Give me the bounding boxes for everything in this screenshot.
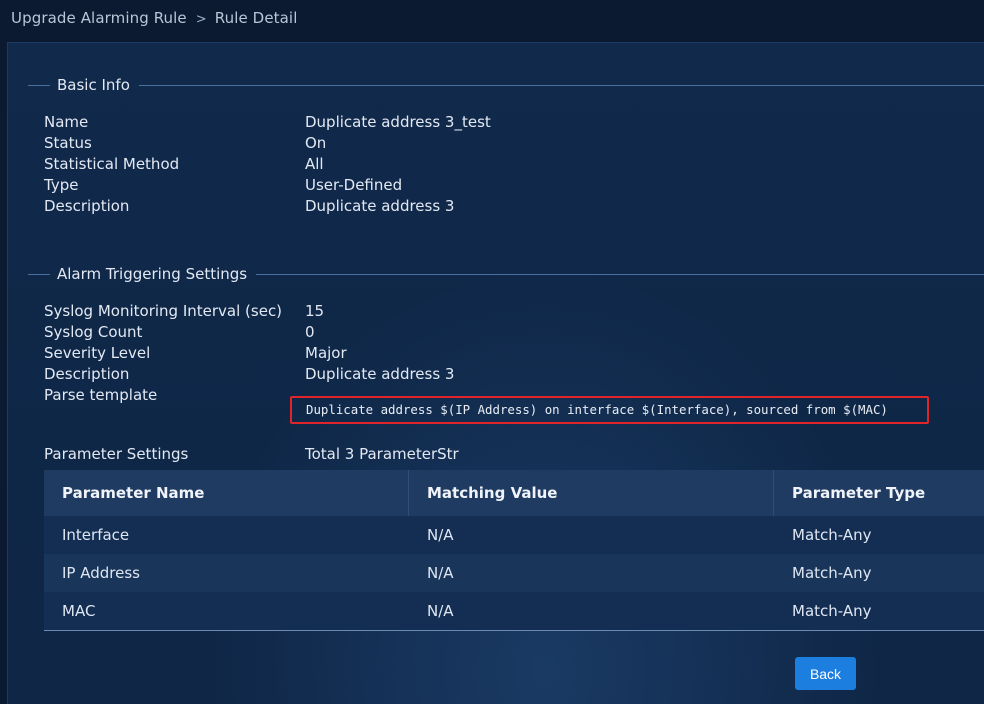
back-button[interactable]: Back [795,657,856,690]
breadcrumb-separator: > [195,12,207,27]
cell-matching-value: N/A [427,602,454,620]
cell-parameter-name: IP Address [62,564,140,582]
detail-panel: Basic Info Name Duplicate address 3_test… [7,42,984,704]
alarm-settings-heading: Alarm Triggering Settings [57,265,248,283]
field-value: 0 [305,323,315,341]
field-label: Syslog Monitoring Interval (sec) [44,302,283,320]
field-label: Syslog Count [44,323,143,341]
table-header: Parameter Name Matching Value Parameter … [44,470,984,516]
parse-template-highlight: Duplicate address $(IP Address) on inter… [290,396,929,424]
alarm-settings-section-title: Alarm Triggering Settings [28,264,984,284]
field-label: Parse template [44,386,158,404]
section-divider [138,84,984,86]
parameter-table: Parameter Name Matching Value Parameter … [44,470,984,631]
field-value: Major [305,344,347,362]
cell-parameter-name: MAC [62,602,96,620]
field-value: On [305,134,327,152]
cell-parameter-type: Match-Any [792,602,872,620]
cell-parameter-type: Match-Any [792,526,872,544]
breadcrumb-parent-link[interactable]: Upgrade Alarming Rule [11,9,187,27]
column-header-parameter-type: Parameter Type [792,484,926,502]
table-row: MAC N/A Match-Any [44,592,984,630]
basic-info-heading: Basic Info [57,76,130,94]
parameter-settings-label: Parameter Settings [44,445,189,463]
field-value: 15 [305,302,325,320]
field-label: Description [44,197,130,215]
cell-parameter-name: Interface [62,526,130,544]
rule-detail-page: Upgrade Alarming Rule > Rule Detail Basic … [0,0,984,704]
breadcrumb-current: Rule Detail [214,9,298,27]
field-value: Duplicate address 3 [305,197,455,215]
field-value: All [305,155,324,173]
breadcrumb: Upgrade Alarming Rule > Rule Detail [11,9,297,27]
table-row: Interface N/A Match-Any [44,516,984,554]
column-header-matching-value: Matching Value [409,470,774,516]
field-value: Duplicate address 3 [305,365,455,383]
section-divider [28,273,50,275]
section-divider [256,273,984,275]
cell-parameter-type: Match-Any [792,564,872,582]
parse-template-value: Duplicate address $(IP Address) on inter… [306,402,888,417]
field-value: Duplicate address 3_test [305,113,491,131]
field-label: Severity Level [44,344,151,362]
parameter-count: Total 3 ParameterStr [305,445,459,463]
section-divider [28,84,50,86]
cell-matching-value: N/A [427,526,454,544]
column-header-parameter-name: Parameter Name [44,470,409,516]
field-label: Status [44,134,92,152]
field-label: Description [44,365,130,383]
cell-matching-value: N/A [427,564,454,582]
field-label: Statistical Method [44,155,180,173]
field-label: Name [44,113,89,131]
table-row: IP Address N/A Match-Any [44,554,984,592]
field-label: Type [44,176,79,194]
field-value: User-Defined [305,176,403,194]
basic-info-section-title: Basic Info [28,75,984,95]
